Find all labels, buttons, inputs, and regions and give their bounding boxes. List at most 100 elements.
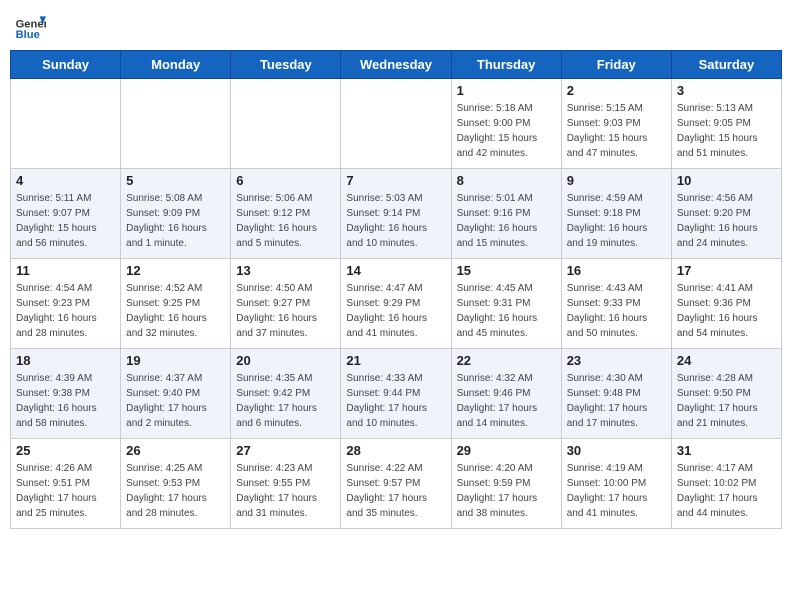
calendar-cell: 20Sunrise: 4:35 AM Sunset: 9:42 PM Dayli… xyxy=(231,349,341,439)
day-number: 24 xyxy=(677,353,776,368)
day-info: Sunrise: 5:06 AM Sunset: 9:12 PM Dayligh… xyxy=(236,191,335,251)
day-number: 23 xyxy=(567,353,666,368)
day-info: Sunrise: 5:11 AM Sunset: 9:07 PM Dayligh… xyxy=(16,191,115,251)
calendar-cell: 30 Sunrise: 4:19 AM Sunset: 10:00 PM Dayl… xyxy=(561,439,671,529)
calendar-table: SundayMondayTuesdayWednesdayThursdayFrid… xyxy=(10,50,782,529)
day-number: 7 xyxy=(346,173,445,188)
calendar-cell xyxy=(11,79,121,169)
day-info: Sunrise: 4:41 AM Sunset: 9:36 PM Dayligh… xyxy=(677,281,776,341)
day-number: 15 xyxy=(457,263,556,278)
calendar-cell: 5 Sunrise: 5:08 AM Sunset: 9:09 PM Daylig… xyxy=(121,169,231,259)
day-header-saturday: Saturday xyxy=(671,51,781,79)
day-header-sunday: Sunday xyxy=(11,51,121,79)
day-info: Sunrise: 4:35 AM Sunset: 9:42 PM Dayligh… xyxy=(236,371,335,431)
day-info: Sunrise: 4:56 AM Sunset: 9:20 PM Dayligh… xyxy=(677,191,776,251)
calendar-cell: 25 Sunrise: 4:26 AM Sunset: 9:51 PM Dayli… xyxy=(11,439,121,529)
day-number: 29 xyxy=(457,443,556,458)
day-info: Sunrise: 4:25 AM Sunset: 9:53 PM Dayligh… xyxy=(126,461,225,521)
calendar-cell: 26 Sunrise: 4:25 AM Sunset: 9:53 PM Dayli… xyxy=(121,439,231,529)
svg-text:Blue: Blue xyxy=(16,29,40,41)
day-info: Sunrise: 4:32 AM Sunset: 9:46 PM Dayligh… xyxy=(457,371,556,431)
day-info: Sunrise: 4:37 AM Sunset: 9:40 PM Dayligh… xyxy=(126,371,225,431)
day-info: Sunrise: 4:26 AM Sunset: 9:51 PM Dayligh… xyxy=(16,461,115,521)
week-row-1: 1 Sunrise: 5:18 AM Sunset: 9:00 PM Daylig… xyxy=(11,79,782,169)
calendar-cell: 24 Sunrise: 4:28 AM Sunset: 9:50 PM Dayli… xyxy=(671,349,781,439)
day-info: Sunrise: 4:33 AM Sunset: 9:44 PM Dayligh… xyxy=(346,371,445,431)
calendar-cell: 21 Sunrise: 4:33 AM Sunset: 9:44 PM Dayli… xyxy=(341,349,451,439)
week-row-3: 11 Sunrise: 4:54 AM Sunset: 9:23 PM Dayli… xyxy=(11,259,782,349)
day-number: 30 xyxy=(567,443,666,458)
calendar-cell: 9 Sunrise: 4:59 AM Sunset: 9:18 PM Daylig… xyxy=(561,169,671,259)
calendar-cell: 18Sunrise: 4:39 AM Sunset: 9:38 PM Dayli… xyxy=(11,349,121,439)
calendar-cell: 22 Sunrise: 4:32 AM Sunset: 9:46 PM Dayli… xyxy=(451,349,561,439)
day-number: 10 xyxy=(677,173,776,188)
day-number: 13 xyxy=(236,263,335,278)
logo-icon: General Blue xyxy=(14,10,46,42)
calendar-cell: 27 Sunrise: 4:23 AM Sunset: 9:55 PM Dayli… xyxy=(231,439,341,529)
day-number: 22 xyxy=(457,353,556,368)
day-number: 14 xyxy=(346,263,445,278)
day-number: 26 xyxy=(126,443,225,458)
calendar-cell: 13Sunrise: 4:50 AM Sunset: 9:27 PM Dayli… xyxy=(231,259,341,349)
day-number: 11 xyxy=(16,263,115,278)
calendar-cell: 6 Sunrise: 5:06 AM Sunset: 9:12 PM Daylig… xyxy=(231,169,341,259)
calendar-cell: 8 Sunrise: 5:01 AM Sunset: 9:16 PM Daylig… xyxy=(451,169,561,259)
calendar-cell: 23Sunrise: 4:30 AM Sunset: 9:48 PM Dayli… xyxy=(561,349,671,439)
day-header-tuesday: Tuesday xyxy=(231,51,341,79)
day-number: 27 xyxy=(236,443,335,458)
calendar-cell xyxy=(231,79,341,169)
calendar-cell: 14 Sunrise: 4:47 AM Sunset: 9:29 PM Dayli… xyxy=(341,259,451,349)
day-info: Sunrise: 4:39 AM Sunset: 9:38 PM Dayligh… xyxy=(16,371,115,431)
day-info: Sunrise: 4:52 AM Sunset: 9:25 PM Dayligh… xyxy=(126,281,225,341)
day-info: Sunrise: 5:01 AM Sunset: 9:16 PM Dayligh… xyxy=(457,191,556,251)
day-info: Sunrise: 4:59 AM Sunset: 9:18 PM Dayligh… xyxy=(567,191,666,251)
day-info: Sunrise: 4:43 AM Sunset: 9:33 PM Dayligh… xyxy=(567,281,666,341)
day-info: Sunrise: 5:13 AM Sunset: 9:05 PM Dayligh… xyxy=(677,101,776,161)
day-header-monday: Monday xyxy=(121,51,231,79)
calendar-cell: 4 Sunrise: 5:11 AM Sunset: 9:07 PM Daylig… xyxy=(11,169,121,259)
day-info: Sunrise: 4:28 AM Sunset: 9:50 PM Dayligh… xyxy=(677,371,776,431)
day-number: 31 xyxy=(677,443,776,458)
day-info: Sunrise: 5:15 AM Sunset: 9:03 PM Dayligh… xyxy=(567,101,666,161)
day-number: 9 xyxy=(567,173,666,188)
week-row-4: 18Sunrise: 4:39 AM Sunset: 9:38 PM Dayli… xyxy=(11,349,782,439)
day-number: 1 xyxy=(457,83,556,98)
day-number: 12 xyxy=(126,263,225,278)
day-header-friday: Friday xyxy=(561,51,671,79)
day-info: Sunrise: 5:03 AM Sunset: 9:14 PM Dayligh… xyxy=(346,191,445,251)
day-number: 16 xyxy=(567,263,666,278)
calendar-cell: 29Sunrise: 4:20 AM Sunset: 9:59 PM Dayli… xyxy=(451,439,561,529)
day-number: 5 xyxy=(126,173,225,188)
day-header-wednesday: Wednesday xyxy=(341,51,451,79)
day-info: Sunrise: 4:23 AM Sunset: 9:55 PM Dayligh… xyxy=(236,461,335,521)
header: General Blue xyxy=(10,10,782,42)
day-header-thursday: Thursday xyxy=(451,51,561,79)
day-number: 17 xyxy=(677,263,776,278)
day-number: 2 xyxy=(567,83,666,98)
day-number: 21 xyxy=(346,353,445,368)
calendar-cell: 11 Sunrise: 4:54 AM Sunset: 9:23 PM Dayli… xyxy=(11,259,121,349)
day-info: Sunrise: 4:54 AM Sunset: 9:23 PM Dayligh… xyxy=(16,281,115,341)
day-info: Sunrise: 4:19 AM Sunset: 10:00 PM Daylig… xyxy=(567,461,666,521)
day-number: 6 xyxy=(236,173,335,188)
calendar-cell: 19 Sunrise: 4:37 AM Sunset: 9:40 PM Dayli… xyxy=(121,349,231,439)
calendar-cell xyxy=(341,79,451,169)
day-number: 4 xyxy=(16,173,115,188)
calendar-cell: 28Sunrise: 4:22 AM Sunset: 9:57 PM Dayli… xyxy=(341,439,451,529)
day-number: 19 xyxy=(126,353,225,368)
day-number: 3 xyxy=(677,83,776,98)
calendar-cell: 3 Sunrise: 5:13 AM Sunset: 9:05 PM Daylig… xyxy=(671,79,781,169)
calendar-cell: 17 Sunrise: 4:41 AM Sunset: 9:36 PM Dayli… xyxy=(671,259,781,349)
calendar-cell: 10 Sunrise: 4:56 AM Sunset: 9:20 PM Dayli… xyxy=(671,169,781,259)
day-headers-row: SundayMondayTuesdayWednesdayThursdayFrid… xyxy=(11,51,782,79)
calendar-cell: 12 Sunrise: 4:52 AM Sunset: 9:25 PM Dayli… xyxy=(121,259,231,349)
logo: General Blue xyxy=(14,10,46,42)
calendar-cell: 31Sunrise: 4:17 AM Sunset: 10:02 PM Dayl… xyxy=(671,439,781,529)
day-info: Sunrise: 4:47 AM Sunset: 9:29 PM Dayligh… xyxy=(346,281,445,341)
day-number: 8 xyxy=(457,173,556,188)
calendar-cell xyxy=(121,79,231,169)
day-info: Sunrise: 4:45 AM Sunset: 9:31 PM Dayligh… xyxy=(457,281,556,341)
day-info: Sunrise: 5:18 AM Sunset: 9:00 PM Dayligh… xyxy=(457,101,556,161)
day-info: Sunrise: 5:08 AM Sunset: 9:09 PM Dayligh… xyxy=(126,191,225,251)
day-number: 25 xyxy=(16,443,115,458)
